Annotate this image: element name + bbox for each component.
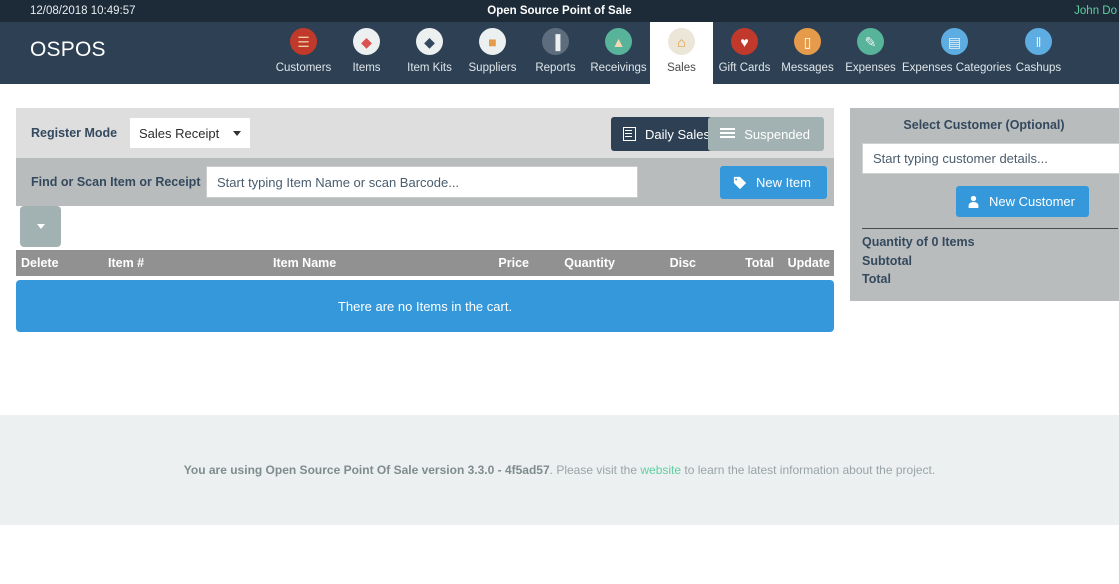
- daily-sales-label: Daily Sales: [645, 127, 710, 142]
- nav-item-label: Cashups: [1016, 62, 1061, 74]
- nav-item-items[interactable]: ◆ Items: [335, 22, 398, 84]
- nav-item-messages[interactable]: ▯ Messages: [776, 22, 839, 84]
- daily-sales-button[interactable]: Daily Sales: [611, 117, 724, 151]
- find-item-panel: Find or Scan Item or Receipt New Item: [16, 158, 834, 206]
- register-mode-panel: Register Mode Sales Receipt Daily Sales …: [16, 108, 834, 158]
- user-icon: [967, 195, 980, 208]
- suspended-label: Suspended: [744, 127, 810, 142]
- customer-panel-title: Select Customer (Optional): [862, 118, 1106, 132]
- nav-item-list: ☰ Customers ◆ Items ◆ Item Kits ■ Suppliers ▐ Rep…: [272, 22, 1070, 84]
- main-navbar: OSPOS ☰ Customers ◆ Items ◆ Item Kits ■ Supplie…: [0, 22, 1119, 84]
- total-line: Total: [862, 270, 1118, 289]
- find-item-label: Find or Scan Item or Receipt: [31, 175, 200, 189]
- new-customer-label: New Customer: [989, 194, 1075, 209]
- heart-icon: ♥: [731, 28, 758, 55]
- nav-item-cashups[interactable]: ‖ Cashups: [1007, 22, 1070, 84]
- nav-item-label: Items: [352, 62, 380, 74]
- sale-register-column: Register Mode Sales Receipt Daily Sales …: [16, 108, 834, 332]
- register-mode-select[interactable]: Sales Receipt: [130, 118, 250, 148]
- new-item-button[interactable]: New Item: [720, 166, 827, 199]
- books-icon: ‖: [1025, 28, 1052, 55]
- mobile-icon: ▯: [794, 28, 821, 55]
- footer-middle: . Please visit the: [550, 463, 641, 477]
- cart-options-toggle-button[interactable]: [20, 206, 61, 247]
- footer-version-text: You are using Open Source Point Of Sale …: [0, 463, 1119, 477]
- nav-item-label: Reports: [535, 62, 575, 74]
- address-book-icon: ☰: [290, 28, 317, 55]
- nav-item-label: Expenses Categories: [902, 62, 1011, 74]
- bars-icon: [720, 128, 735, 140]
- quantity-line: Quantity of 0 Items: [862, 233, 1118, 252]
- nav-item-expenses-categories[interactable]: ▤Expenses Categories: [902, 22, 1007, 84]
- nav-item-label: Receivings: [590, 62, 646, 74]
- nav-item-suppliers[interactable]: ■ Suppliers: [461, 22, 524, 84]
- footer-suffix: to learn the latest information about th…: [681, 463, 935, 477]
- cart-empty-message: There are no Items in the cart.: [16, 280, 834, 332]
- website-link[interactable]: website: [640, 463, 681, 477]
- main-content: Register Mode Sales Receipt Daily Sales …: [0, 84, 1119, 414]
- totals-block: Quantity of 0 Items Subtotal Total: [862, 228, 1118, 289]
- nav-item-reports[interactable]: ▐ Reports: [524, 22, 587, 84]
- column-header-update: Update: [778, 256, 832, 270]
- nav-item-label: Messages: [781, 62, 833, 74]
- column-header-item-name: Item Name: [269, 256, 469, 270]
- report-list-icon: [623, 127, 636, 141]
- column-header-quantity: Quantity: [533, 256, 619, 270]
- customer-panel: Select Customer (Optional) New Customer …: [850, 108, 1119, 301]
- nav-item-receivings[interactable]: ▲ Receivings: [587, 22, 650, 84]
- nav-item-item-kits[interactable]: ◆ Item Kits: [398, 22, 461, 84]
- app-title: Open Source Point of Sale: [0, 0, 1119, 22]
- nav-item-sales[interactable]: ⌂ Sales: [650, 22, 713, 84]
- register-mode-value: Sales Receipt: [139, 126, 227, 141]
- column-header-total: Total: [700, 256, 778, 270]
- item-search-input[interactable]: [206, 166, 638, 198]
- shopping-cart-icon: ▲: [605, 28, 632, 55]
- column-header-disc: Disc: [619, 256, 700, 270]
- subtotal-line: Subtotal: [862, 252, 1118, 271]
- briefcase-icon: ■: [479, 28, 506, 55]
- bar-chart-icon: ▐: [542, 28, 569, 55]
- cart-table-header: Delete Item # Item Name Price Quantity D…: [16, 250, 834, 276]
- nav-item-gift-cards[interactable]: ♥ Gift Cards: [713, 22, 776, 84]
- new-customer-button[interactable]: New Customer: [956, 186, 1089, 217]
- nav-item-expenses[interactable]: ✎ Expenses: [839, 22, 902, 84]
- chevron-down-icon: [37, 224, 45, 229]
- clipboard-icon: ▤: [941, 28, 968, 55]
- column-header-price: Price: [469, 256, 533, 270]
- column-header-item-no: Item #: [104, 256, 269, 270]
- tag-icon: ◆: [353, 28, 380, 55]
- nav-item-label: Customers: [276, 62, 332, 74]
- footer-version: You are using Open Source Point Of Sale …: [184, 463, 550, 477]
- edit-note-icon: ✎: [857, 28, 884, 55]
- page-footer: You are using Open Source Point Of Sale …: [0, 415, 1119, 525]
- cart-options-row: [16, 206, 834, 250]
- layers-icon: ◆: [416, 28, 443, 55]
- customer-search-input[interactable]: [862, 143, 1119, 174]
- new-item-label: New Item: [756, 175, 811, 190]
- suspended-sales-button[interactable]: Suspended: [708, 117, 824, 151]
- nav-item-label: Gift Cards: [719, 62, 771, 74]
- top-utility-bar: 12/08/2018 10:49:57 Open Source Point of…: [0, 0, 1119, 22]
- register-mode-label: Register Mode: [31, 126, 117, 140]
- nav-item-customers[interactable]: ☰ Customers: [272, 22, 335, 84]
- brand-logo[interactable]: OSPOS: [30, 38, 106, 62]
- nav-item-label: Suppliers: [469, 62, 517, 74]
- nav-item-label: Item Kits: [407, 62, 452, 74]
- column-header-delete: Delete: [16, 256, 104, 270]
- current-user-link[interactable]: John Do: [1074, 0, 1117, 22]
- basket-icon: ⌂: [668, 28, 695, 55]
- nav-item-label: Sales: [667, 62, 696, 74]
- tag-icon: [733, 176, 747, 190]
- nav-item-label: Expenses: [845, 62, 896, 74]
- chevron-down-icon: [233, 131, 241, 136]
